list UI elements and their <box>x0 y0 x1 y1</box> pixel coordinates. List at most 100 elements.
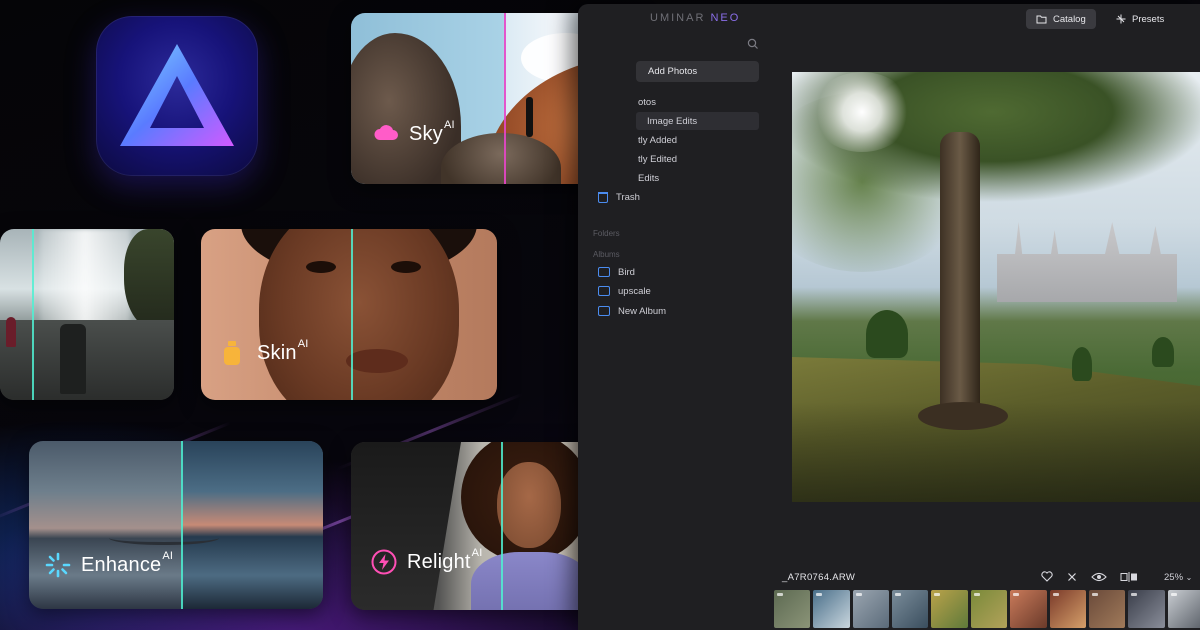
sidebar-item-label: otos <box>638 96 656 108</box>
ai-badge: AI <box>471 546 483 559</box>
filmstrip-thumbnail[interactable] <box>892 590 929 628</box>
filmstrip-thumbnail[interactable] <box>1049 590 1086 628</box>
bolt-icon <box>371 549 397 575</box>
sidebar-item-recently-edited[interactable]: tly Edited <box>638 150 677 168</box>
sidebar-item-label: tly Added <box>638 134 678 146</box>
tree-trunk <box>940 132 980 422</box>
filmstrip-thumbnail[interactable] <box>1010 590 1047 628</box>
before-after-divider <box>351 229 353 400</box>
filmstrip-thumbnail[interactable] <box>813 590 850 628</box>
sidebar-item-label: Trash <box>616 191 640 203</box>
album-item-bird[interactable]: Bird <box>598 263 635 281</box>
file-name: _A7R0764.ARW <box>782 572 856 583</box>
album-icon <box>598 267 610 277</box>
presets-label: Presets <box>1132 13 1165 25</box>
sky-title: Sky <box>409 122 443 145</box>
luminar-app-icon <box>96 16 258 176</box>
eye-icon[interactable] <box>1090 571 1108 585</box>
eye <box>306 261 336 273</box>
brand-wordmark: UMINAR NEO <box>650 12 740 24</box>
presets-button[interactable]: Presets <box>1106 9 1174 29</box>
relight-title: Relight <box>407 550 471 573</box>
car-window-frame <box>351 442 461 610</box>
filmstrip-thumbnail[interactable] <box>1167 590 1200 628</box>
enhance-ai-card: EnhanceAI <box>29 441 323 609</box>
hedge <box>1152 337 1174 367</box>
lips <box>346 349 408 373</box>
sidebar-item-trash[interactable]: Trash <box>598 188 640 206</box>
luminar-app-window: UMINAR NEO Catalog Presets Add Photos ot… <box>578 4 1200 630</box>
eye <box>391 261 421 273</box>
add-photos-button[interactable]: Add Photos <box>636 61 759 82</box>
album-item-new-album[interactable]: New Album <box>598 302 666 320</box>
zoom-value: 25% <box>1164 572 1184 583</box>
cliff <box>124 229 174 329</box>
catalog-label: Catalog <box>1053 13 1086 25</box>
waterfall-card <box>0 229 174 400</box>
album-item-upscale[interactable]: upscale <box>598 282 651 300</box>
album-icon <box>598 286 610 296</box>
filmstrip-thumbnail[interactable] <box>774 590 811 628</box>
folders-section-label: Folders <box>593 229 620 238</box>
tree-roots <box>918 402 1008 430</box>
sidebar-item-all-photos[interactable]: otos <box>638 93 656 111</box>
add-photos-label: Add Photos <box>648 66 698 77</box>
ai-badge: AI <box>443 118 455 131</box>
sparkle-icon <box>45 552 71 578</box>
zoom-dropdown[interactable]: 25% ⌄ <box>1164 572 1192 583</box>
ground <box>0 320 174 400</box>
sidebar-item-label: Image Edits <box>647 115 698 127</box>
face <box>259 229 459 400</box>
image-info-bar: _A7R0764.ARW 25% ⌄ <box>578 567 1200 589</box>
enhanced-half <box>181 441 323 609</box>
photo-viewer[interactable] <box>792 72 1200 502</box>
catalog-button[interactable]: Catalog <box>1026 9 1096 29</box>
album-label: upscale <box>618 285 651 297</box>
bottle-icon <box>221 340 247 366</box>
shirt <box>471 552 591 610</box>
sidebar-item-recently-added[interactable]: tly Added <box>638 131 677 149</box>
filmstrip-thumbnail[interactable] <box>1128 590 1165 628</box>
sidebar-item-label: tly Edited <box>638 153 678 165</box>
top-bar: UMINAR NEO Catalog Presets <box>578 4 1200 34</box>
ai-badge: AI <box>297 337 309 350</box>
filmstrip[interactable] <box>774 590 1200 628</box>
face <box>497 462 561 548</box>
chevron-down-icon: ⌄ <box>1185 573 1193 582</box>
waterfall <box>40 229 130 329</box>
presets-icon <box>1116 14 1126 24</box>
before-after-divider <box>501 442 503 610</box>
brand-suffix: NEO <box>710 12 741 24</box>
sidebar-item-label: Edits <box>638 172 660 184</box>
sky-label: SkyAI <box>373 118 455 147</box>
sun <box>812 72 912 152</box>
album-label: New Album <box>618 305 667 317</box>
ai-badge: AI <box>162 549 174 562</box>
skin-title: Skin <box>257 341 297 364</box>
heart-icon[interactable] <box>1040 571 1054 585</box>
skin-ai-card: SkinAI <box>201 229 497 400</box>
search-icon[interactable] <box>747 37 759 49</box>
before-after-divider <box>504 13 506 184</box>
before-after-divider <box>181 441 183 609</box>
filmstrip-thumbnail[interactable] <box>852 590 890 628</box>
filmstrip-thumbnail[interactable] <box>970 590 1008 628</box>
enhance-label: EnhanceAI <box>45 549 174 578</box>
sidebar-item-image-edits[interactable]: Image Edits <box>636 112 759 130</box>
brand-name: UMINAR <box>650 12 706 24</box>
before-after-divider <box>32 229 34 400</box>
hedge <box>1072 347 1092 381</box>
folder-icon <box>1036 15 1047 23</box>
album-label: Bird <box>618 266 635 278</box>
hiker <box>6 317 16 347</box>
filmstrip-thumbnail[interactable] <box>931 590 968 628</box>
album-icon <box>598 306 610 316</box>
enhance-title: Enhance <box>81 553 162 576</box>
sidebar-item-edits[interactable]: Edits <box>638 169 659 187</box>
reject-icon[interactable] <box>1065 571 1079 585</box>
albums-section-label: Albums <box>593 250 620 259</box>
compare-icon[interactable] <box>1120 571 1138 585</box>
boat <box>109 531 219 545</box>
triangle-logo-icon <box>120 44 234 146</box>
filmstrip-thumbnail[interactable] <box>1088 590 1126 628</box>
